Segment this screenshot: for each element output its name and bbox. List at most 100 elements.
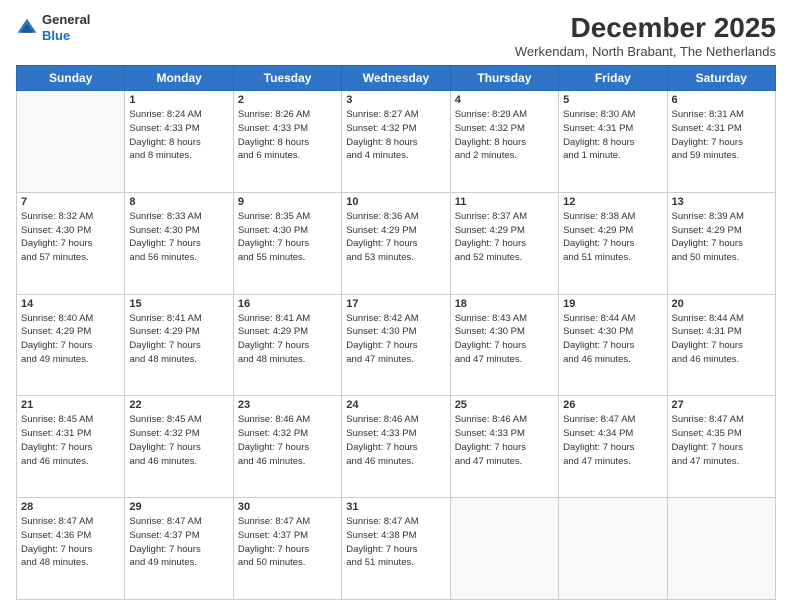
calendar-header-wednesday: Wednesday (342, 66, 450, 91)
day-info: Sunrise: 8:42 AMSunset: 4:30 PMDaylight:… (346, 312, 445, 367)
day-number: 2 (238, 94, 337, 106)
day-info: Sunrise: 8:39 AMSunset: 4:29 PMDaylight:… (672, 210, 771, 265)
calendar-cell: 2Sunrise: 8:26 AMSunset: 4:33 PMDaylight… (233, 91, 341, 193)
calendar-week-3: 21 Sunrise: 8:45 AMSunset: 4:31 PMDayligh… (17, 396, 776, 498)
location: Werkendam, North Brabant, The Netherland… (515, 44, 776, 59)
calendar-cell: 18Sunrise: 8:43 AMSunset: 4:30 PMDayligh… (450, 294, 558, 396)
day-number: 5 (563, 94, 662, 106)
calendar-cell: 31 Sunrise: 8:47 AMSunset: 4:38 PMDayligh… (342, 498, 450, 600)
day-number: 16 (238, 298, 337, 310)
day-number: 21 (21, 399, 120, 411)
day-info: Sunrise: 8:45 AMSunset: 4:31 PMDaylight:… (21, 413, 120, 468)
day-number: 22 (129, 399, 228, 411)
calendar-cell (667, 498, 775, 600)
day-info: Sunrise: 8:44 AMSunset: 4:31 PMDaylight:… (672, 312, 771, 367)
calendar-cell: 20 Sunrise: 8:44 AMSunset: 4:31 PMDayligh… (667, 294, 775, 396)
day-info: Sunrise: 8:32 AMSunset: 4:30 PMDaylight:… (21, 210, 120, 265)
day-number: 31 (346, 501, 445, 513)
day-info: Sunrise: 8:38 AMSunset: 4:29 PMDaylight:… (563, 210, 662, 265)
calendar-header-saturday: Saturday (667, 66, 775, 91)
day-number: 8 (129, 196, 228, 208)
calendar-week-2: 14 Sunrise: 8:40 AMSunset: 4:29 PMDayligh… (17, 294, 776, 396)
calendar-cell: 24 Sunrise: 8:46 AMSunset: 4:33 PMDayligh… (342, 396, 450, 498)
day-info: Sunrise: 8:33 AMSunset: 4:30 PMDaylight:… (129, 210, 228, 265)
logo-text: General Blue (42, 12, 90, 43)
calendar-header-row: SundayMondayTuesdayWednesdayThursdayFrid… (17, 66, 776, 91)
calendar-cell: 23Sunrise: 8:46 AMSunset: 4:32 PMDayligh… (233, 396, 341, 498)
day-info: Sunrise: 8:47 AMSunset: 4:37 PMDaylight:… (129, 515, 228, 570)
day-info: Sunrise: 8:40 AMSunset: 4:29 PMDaylight:… (21, 312, 120, 367)
day-info: Sunrise: 8:47 AMSunset: 4:37 PMDaylight:… (238, 515, 337, 570)
calendar-header-thursday: Thursday (450, 66, 558, 91)
day-number: 14 (21, 298, 120, 310)
day-info: Sunrise: 8:30 AMSunset: 4:31 PMDaylight:… (563, 108, 662, 163)
calendar-cell: 21 Sunrise: 8:45 AMSunset: 4:31 PMDayligh… (17, 396, 125, 498)
calendar-cell (450, 498, 558, 600)
calendar-cell: 22 Sunrise: 8:45 AMSunset: 4:32 PMDayligh… (125, 396, 233, 498)
logo-blue: Blue (42, 28, 70, 43)
calendar-header-friday: Friday (559, 66, 667, 91)
day-number: 7 (21, 196, 120, 208)
calendar-cell (17, 91, 125, 193)
calendar-cell: 6 Sunrise: 8:31 AMSunset: 4:31 PMDaylight… (667, 91, 775, 193)
day-number: 20 (672, 298, 771, 310)
calendar-cell: 29 Sunrise: 8:47 AMSunset: 4:37 PMDayligh… (125, 498, 233, 600)
day-number: 4 (455, 94, 554, 106)
day-info: Sunrise: 8:47 AMSunset: 4:35 PMDaylight:… (672, 413, 771, 468)
day-number: 6 (672, 94, 771, 106)
day-number: 9 (238, 196, 337, 208)
day-number: 24 (346, 399, 445, 411)
day-info: Sunrise: 8:47 AMSunset: 4:38 PMDaylight:… (346, 515, 445, 570)
calendar-cell: 15Sunrise: 8:41 AMSunset: 4:29 PMDayligh… (125, 294, 233, 396)
calendar-cell: 9 Sunrise: 8:35 AMSunset: 4:30 PMDaylight… (233, 192, 341, 294)
day-info: Sunrise: 8:41 AMSunset: 4:29 PMDaylight:… (129, 312, 228, 367)
calendar-cell: 25 Sunrise: 8:46 AMSunset: 4:33 PMDayligh… (450, 396, 558, 498)
calendar-cell: 8 Sunrise: 8:33 AMSunset: 4:30 PMDaylight… (125, 192, 233, 294)
day-number: 11 (455, 196, 554, 208)
calendar-cell: 7 Sunrise: 8:32 AMSunset: 4:30 PMDaylight… (17, 192, 125, 294)
calendar-cell: 19 Sunrise: 8:44 AMSunset: 4:30 PMDayligh… (559, 294, 667, 396)
day-info: Sunrise: 8:27 AMSunset: 4:32 PMDaylight:… (346, 108, 445, 163)
calendar-week-4: 28Sunrise: 8:47 AMSunset: 4:36 PMDayligh… (17, 498, 776, 600)
title-section: December 2025 Werkendam, North Brabant, … (515, 12, 776, 59)
calendar-cell: 4 Sunrise: 8:29 AMSunset: 4:32 PMDaylight… (450, 91, 558, 193)
day-info: Sunrise: 8:44 AMSunset: 4:30 PMDaylight:… (563, 312, 662, 367)
logo-icon (16, 17, 38, 39)
header: General Blue December 2025 Werkendam, No… (16, 12, 776, 59)
day-info: Sunrise: 8:43 AMSunset: 4:30 PMDaylight:… (455, 312, 554, 367)
calendar-cell: 16 Sunrise: 8:41 AMSunset: 4:29 PMDayligh… (233, 294, 341, 396)
month-title: December 2025 (515, 12, 776, 44)
calendar-cell: 10 Sunrise: 8:36 AMSunset: 4:29 PMDayligh… (342, 192, 450, 294)
day-info: Sunrise: 8:41 AMSunset: 4:29 PMDaylight:… (238, 312, 337, 367)
day-info: Sunrise: 8:35 AMSunset: 4:30 PMDaylight:… (238, 210, 337, 265)
day-number: 3 (346, 94, 445, 106)
calendar-table: SundayMondayTuesdayWednesdayThursdayFrid… (16, 65, 776, 600)
day-number: 17 (346, 298, 445, 310)
day-number: 10 (346, 196, 445, 208)
day-info: Sunrise: 8:29 AMSunset: 4:32 PMDaylight:… (455, 108, 554, 163)
calendar-cell: 11Sunrise: 8:37 AMSunset: 4:29 PMDayligh… (450, 192, 558, 294)
day-info: Sunrise: 8:47 AMSunset: 4:34 PMDaylight:… (563, 413, 662, 468)
day-number: 29 (129, 501, 228, 513)
calendar-cell: 30 Sunrise: 8:47 AMSunset: 4:37 PMDayligh… (233, 498, 341, 600)
calendar-header-monday: Monday (125, 66, 233, 91)
calendar-header-tuesday: Tuesday (233, 66, 341, 91)
day-number: 28 (21, 501, 120, 513)
day-number: 25 (455, 399, 554, 411)
calendar-week-0: 1 Sunrise: 8:24 AMSunset: 4:33 PMDaylight… (17, 91, 776, 193)
day-number: 1 (129, 94, 228, 106)
calendar-cell: 17 Sunrise: 8:42 AMSunset: 4:30 PMDayligh… (342, 294, 450, 396)
calendar-cell: 14 Sunrise: 8:40 AMSunset: 4:29 PMDayligh… (17, 294, 125, 396)
day-info: Sunrise: 8:24 AMSunset: 4:33 PMDaylight:… (129, 108, 228, 163)
calendar-cell: 26 Sunrise: 8:47 AMSunset: 4:34 PMDayligh… (559, 396, 667, 498)
day-number: 26 (563, 399, 662, 411)
day-info: Sunrise: 8:45 AMSunset: 4:32 PMDaylight:… (129, 413, 228, 468)
day-number: 19 (563, 298, 662, 310)
day-number: 30 (238, 501, 337, 513)
day-info: Sunrise: 8:36 AMSunset: 4:29 PMDaylight:… (346, 210, 445, 265)
day-info: Sunrise: 8:31 AMSunset: 4:31 PMDaylight:… (672, 108, 771, 163)
day-info: Sunrise: 8:46 AMSunset: 4:33 PMDaylight:… (455, 413, 554, 468)
day-info: Sunrise: 8:46 AMSunset: 4:32 PMDaylight:… (238, 413, 337, 468)
day-info: Sunrise: 8:46 AMSunset: 4:33 PMDaylight:… (346, 413, 445, 468)
calendar-cell: 28Sunrise: 8:47 AMSunset: 4:36 PMDayligh… (17, 498, 125, 600)
